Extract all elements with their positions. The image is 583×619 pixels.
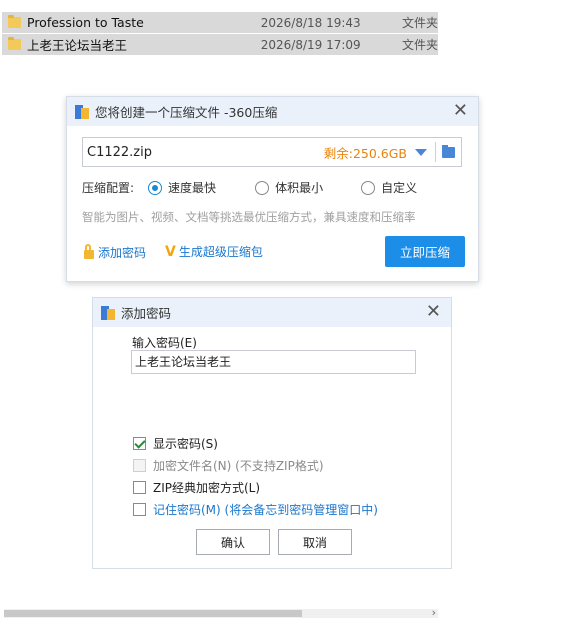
add-password-link[interactable]: 添加密码: [84, 244, 146, 261]
file-type: 文件夹: [401, 16, 438, 30]
compress-now-button[interactable]: 立即压缩: [385, 236, 465, 267]
checkbox-label: ZIP经典加密方式(L): [153, 481, 261, 495]
compression-hint: 智能为图片、视频、文档等挑选最优压缩方式，兼具速度和压缩率: [82, 210, 416, 224]
radio-smallest[interactable]: 体积最小: [255, 179, 323, 196]
file-row[interactable]: 上老王论坛当老王 2026/8/19 17:09 文件夹: [2, 34, 438, 55]
radio-fastest[interactable]: 速度最快: [148, 179, 216, 196]
browse-folder-icon[interactable]: [442, 144, 455, 158]
horizontal-scrollbar[interactable]: ›: [4, 606, 438, 619]
add-password-label: 添加密码: [98, 246, 147, 260]
archive-filename[interactable]: C1122.zip: [87, 145, 324, 160]
zip-app-icon: [75, 104, 89, 119]
show-password-checkbox[interactable]: 显示密码(S): [133, 435, 218, 452]
file-name: 上老王论坛当老王: [27, 38, 128, 53]
config-label: 压缩配置:: [82, 181, 135, 195]
cancel-button[interactable]: 取消: [278, 529, 352, 555]
encrypt-filenames-checkbox: 加密文件名(N) (不支持ZIP格式): [133, 457, 324, 474]
radio-empty-icon: [361, 180, 376, 195]
radio-empty-icon: [255, 180, 270, 195]
close-icon[interactable]: ✕: [426, 302, 441, 322]
dialog-title: 您将创建一个压缩文件 -360压缩: [95, 105, 278, 120]
folder-icon: [8, 37, 21, 50]
checkbox-checked-icon: [133, 437, 146, 450]
free-space-label: 剩余:250.6GB: [323, 145, 407, 161]
remember-password-checkbox[interactable]: 记住密码(M) (将会备忘到密码管理窗口中): [133, 501, 378, 518]
archive-path-field[interactable]: C1122.zip 剩余:250.6GB: [82, 137, 462, 167]
dialog-title: 添加密码: [121, 306, 172, 321]
zip-app-icon: [101, 305, 115, 320]
dialog-titlebar: 添加密码 ✕: [93, 298, 451, 327]
zip-classic-encryption-checkbox[interactable]: ZIP经典加密方式(L): [133, 479, 260, 496]
divider: [435, 142, 436, 162]
radio-selected-icon: [148, 180, 163, 195]
super-package-link[interactable]: V 生成超级压缩包: [165, 243, 263, 260]
radio-label: 体积最小: [275, 181, 324, 195]
close-icon[interactable]: ✕: [453, 101, 468, 121]
radio-custom[interactable]: 自定义: [361, 179, 417, 196]
chevron-down-icon[interactable]: [415, 148, 427, 156]
checkbox-disabled-icon: [133, 459, 146, 472]
file-name: Profession to Taste: [27, 15, 144, 30]
password-input[interactable]: 上老王论坛当老王: [131, 350, 416, 374]
add-password-dialog: 添加密码 ✕ 输入密码(E) 上老王论坛当老王 显示密码(S) 加密文件名(N)…: [92, 297, 452, 569]
file-type: 文件夹: [401, 38, 438, 52]
radio-label: 自定义: [381, 181, 418, 195]
file-row[interactable]: Profession to Taste 2026/8/18 19:43 文件夹: [2, 12, 438, 33]
radio-label: 速度最快: [168, 181, 217, 195]
scrollbar-thumb[interactable]: [4, 610, 302, 617]
vip-v-icon: V: [165, 243, 176, 260]
scroll-right-icon[interactable]: ›: [432, 606, 436, 619]
zip-create-dialog: 您将创建一个压缩文件 -360压缩 ✕ C1122.zip 剩余:250.6GB…: [66, 96, 479, 282]
super-package-label: 生成超级压缩包: [178, 245, 263, 259]
folder-icon: [8, 15, 21, 28]
file-date: 2026/8/19 17:09: [260, 37, 361, 52]
compression-config-row: 压缩配置: 速度最快 体积最小 自定义: [82, 179, 439, 196]
checkbox-label: 记住密码(M) (将会备忘到密码管理窗口中): [153, 503, 378, 517]
lock-icon: [84, 244, 94, 259]
confirm-button[interactable]: 确认: [196, 529, 270, 555]
checkbox-empty-icon: [133, 503, 146, 516]
password-label: 输入密码(E): [132, 336, 197, 350]
checkbox-label: 加密文件名(N) (不支持ZIP格式): [153, 459, 324, 473]
checkbox-label: 显示密码(S): [153, 437, 218, 451]
checkbox-empty-icon: [133, 481, 146, 494]
file-date: 2026/8/18 19:43: [260, 15, 361, 30]
dialog-titlebar: 您将创建一个压缩文件 -360压缩 ✕: [67, 97, 478, 126]
